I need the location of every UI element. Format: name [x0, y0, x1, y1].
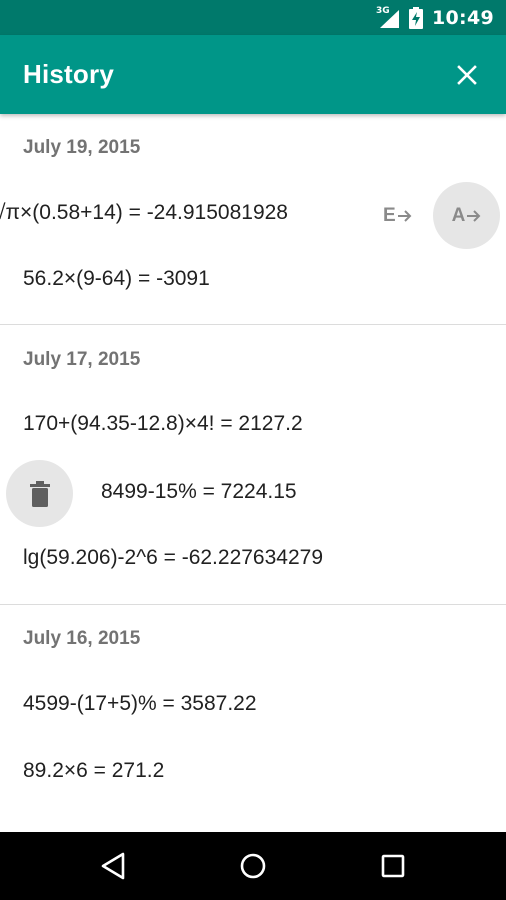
- history-entry[interactable]: lg(59.206)-2^6 = -62.227634279: [23, 546, 323, 570]
- date-header: July 16, 2015: [23, 628, 141, 649]
- format-e-button[interactable]: E: [383, 203, 412, 229]
- history-entry[interactable]: 4599-(17+5)% = 3587.22: [23, 692, 257, 716]
- status-bar: 3G 10:49: [0, 0, 506, 35]
- back-icon: [101, 852, 125, 880]
- date-header: July 17, 2015: [23, 349, 141, 370]
- navigation-bar: [0, 832, 506, 900]
- history-list[interactable]: July 19, 2015 √π×(0.58+14) = -24.9150819…: [0, 114, 506, 832]
- home-icon: [240, 853, 266, 879]
- format-e-label: E: [383, 205, 396, 226]
- clock-time: 10:49: [432, 6, 494, 29]
- recents-icon: [381, 854, 405, 878]
- home-button[interactable]: [233, 846, 273, 886]
- divider: [0, 324, 506, 325]
- battery-charging-icon: [408, 6, 424, 29]
- history-entry[interactable]: 56.2×(9-64) = -3091: [23, 267, 210, 291]
- history-entry[interactable]: 8499-15% = 7224.15: [101, 480, 297, 504]
- arrow-right-icon: [467, 209, 481, 222]
- recents-button[interactable]: [373, 846, 413, 886]
- page-title: History: [23, 59, 114, 89]
- back-button[interactable]: [93, 846, 133, 886]
- close-button[interactable]: [448, 56, 486, 94]
- date-header: July 19, 2015: [23, 137, 141, 158]
- delete-button[interactable]: [6, 460, 73, 527]
- trash-icon: [29, 480, 50, 507]
- close-icon: [457, 65, 477, 85]
- signal-icon: 3G: [376, 6, 400, 29]
- history-entry[interactable]: 89.2×6 = 271.2: [23, 759, 164, 783]
- history-entry[interactable]: √π×(0.58+14) = -24.915081928: [0, 201, 288, 225]
- format-a-button[interactable]: A: [433, 182, 500, 249]
- history-entry[interactable]: 170+(94.35-12.8)×4! = 2127.2: [23, 412, 303, 436]
- format-a-label: A: [451, 204, 466, 226]
- divider: [0, 604, 506, 605]
- arrow-right-icon: [397, 210, 412, 222]
- app-bar: History: [0, 35, 506, 114]
